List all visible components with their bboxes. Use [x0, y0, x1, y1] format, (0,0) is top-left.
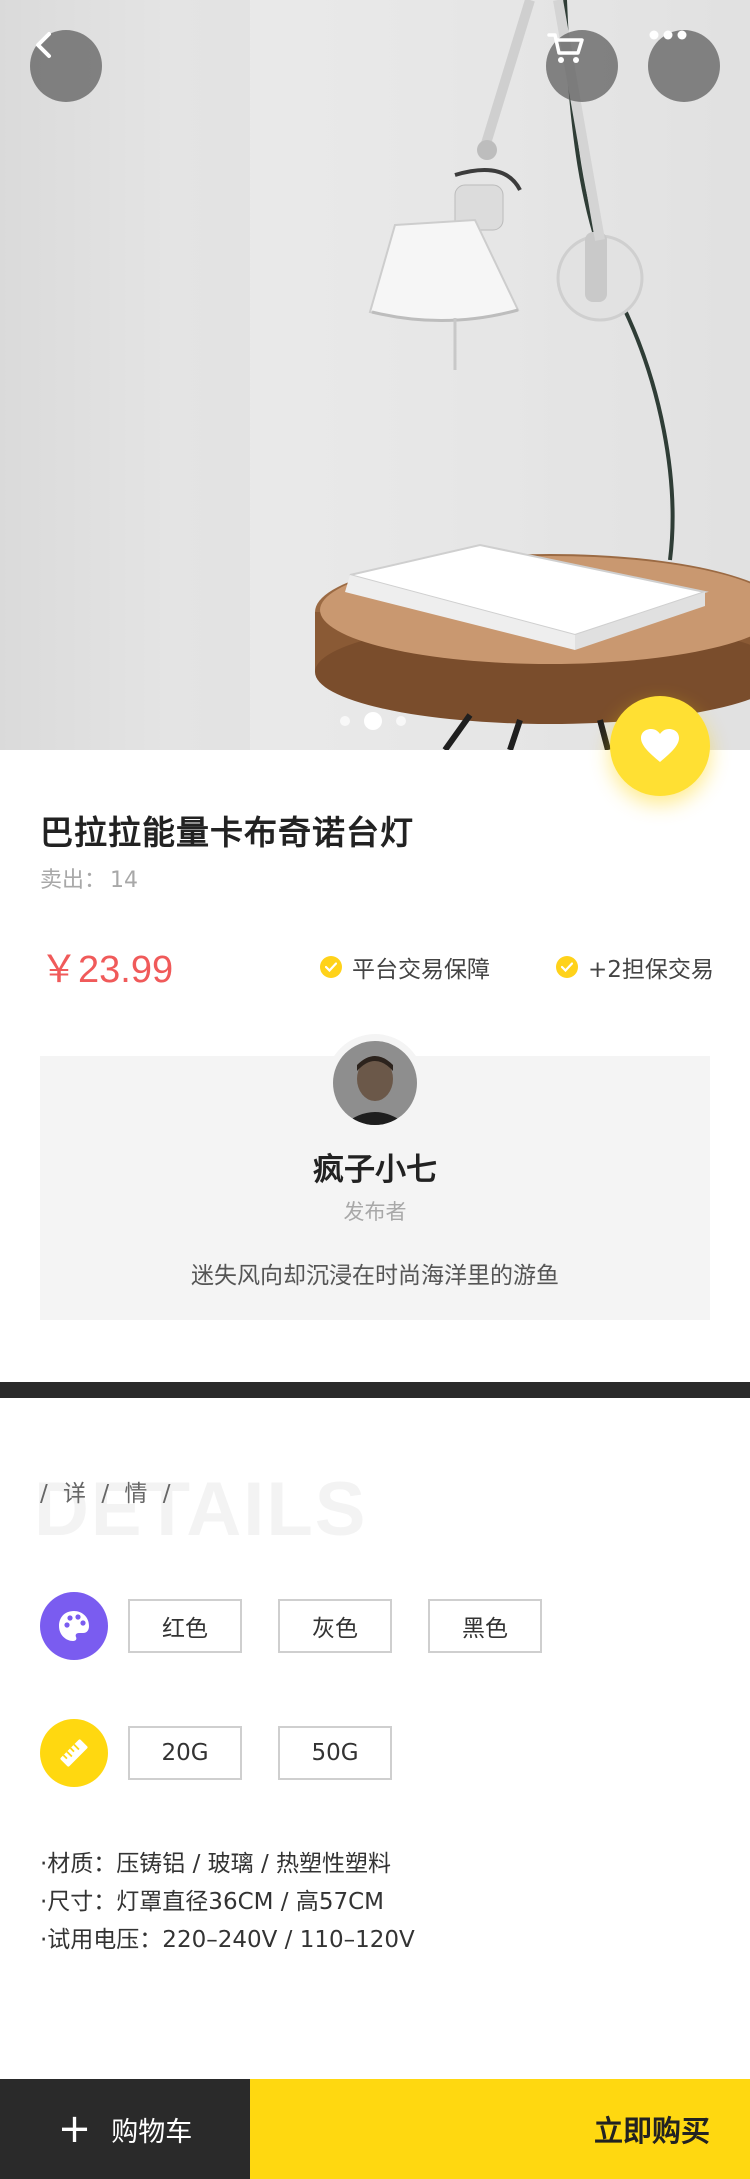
color-option-gray[interactable]: 灰色: [278, 1599, 392, 1653]
spec-size: ·尺寸：灯罩直径36CM / 高57CM: [40, 1889, 385, 1915]
add-to-cart-button[interactable]: + 购物车: [0, 2079, 250, 2179]
cart-button[interactable]: [546, 30, 618, 102]
gallery-dot-active[interactable]: [364, 712, 382, 730]
palette-icon: [59, 1611, 89, 1641]
spec-material: ·材质：压铸铝 / 玻璃 / 热塑性塑料: [40, 1851, 392, 1877]
cart-icon: [547, 33, 584, 63]
heart-icon: [641, 729, 679, 762]
avatar: [333, 1041, 417, 1125]
section-divider: [0, 1382, 750, 1398]
seller-bio: 迷失风向却沉浸在时尚海洋里的游鱼: [191, 1263, 559, 1289]
buy-now-button[interactable]: 立即购买: [250, 2079, 750, 2179]
more-button[interactable]: [648, 30, 720, 102]
cart-label: 购物车: [111, 2116, 193, 2148]
check-icon: [320, 956, 342, 978]
check-icon: [556, 956, 578, 978]
size-option-50g[interactable]: 50G: [278, 1726, 392, 1780]
product-hero-image[interactable]: [0, 0, 750, 750]
back-button[interactable]: [30, 30, 102, 102]
sold-value: 14: [110, 868, 139, 893]
product-title: 巴拉拉能量卡布奇诺台灯: [40, 813, 414, 852]
more-icon: [649, 30, 687, 40]
guarantee-badge: 平台交易保障: [320, 950, 490, 984]
guarantee-label: +2担保交易: [588, 957, 714, 983]
seller-role: 发布者: [343, 1200, 407, 1224]
details-title: / 详 / 情 /: [40, 1481, 175, 1507]
chevron-left-icon: [36, 32, 51, 58]
guarantee-label: 平台交易保障: [352, 957, 490, 983]
buy-label: 立即购买: [593, 2114, 710, 2148]
color-option-black[interactable]: 黑色: [428, 1599, 542, 1653]
gallery-dot[interactable]: [340, 716, 350, 726]
lamp-photo: [0, 0, 750, 750]
size-option-icon: [40, 1719, 108, 1787]
gallery-pagination: [340, 712, 406, 730]
product-price: ￥23.99: [40, 949, 174, 991]
gallery-dot[interactable]: [396, 716, 406, 726]
plus-icon: +: [57, 2106, 92, 2152]
ruler-icon: [60, 1739, 88, 1767]
guarantee-badge: +2担保交易: [556, 950, 714, 984]
size-option-20g[interactable]: 20G: [128, 1726, 242, 1780]
favorite-button[interactable]: [610, 696, 710, 796]
color-option-red[interactable]: 红色: [128, 1599, 242, 1653]
color-option-icon: [40, 1592, 108, 1660]
seller-avatar[interactable]: [326, 1034, 424, 1132]
seller-name: 疯子小七: [313, 1152, 437, 1188]
sold-label: 卖出：: [40, 868, 107, 893]
spec-voltage: ·试用电压：220–240V / 110–120V: [40, 1927, 415, 1953]
sold-count: 卖出： 14: [40, 862, 138, 894]
